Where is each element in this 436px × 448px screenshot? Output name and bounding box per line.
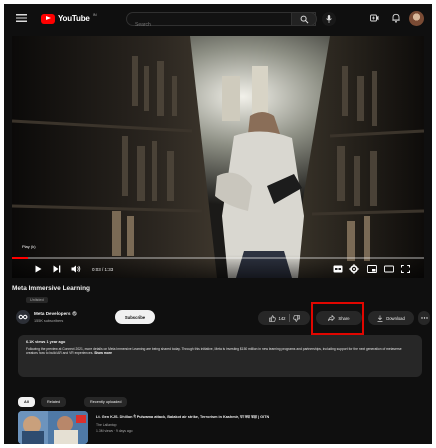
description-text: Following the preview at Connect 2021, m… <box>26 347 402 356</box>
bell-icon[interactable] <box>392 13 400 23</box>
verified-icon <box>72 311 77 316</box>
recommended-video-title[interactable]: Lt. Gen KJS. Dhillon ने Pulwama attack, … <box>96 415 416 420</box>
like-divider <box>288 314 290 322</box>
voice-search-button[interactable] <box>322 12 336 26</box>
meta-logo-icon <box>18 314 28 320</box>
miniplayer-icon[interactable] <box>367 265 377 273</box>
chip-all[interactable]: All <box>18 397 35 407</box>
video-player[interactable] <box>12 36 424 278</box>
play-icon[interactable] <box>35 265 42 273</box>
recommended-video-channel[interactable]: The Lallantop <box>96 423 117 427</box>
unlisted-badge: Unlisted <box>26 297 48 303</box>
masthead: YouTube IN <box>4 4 432 32</box>
video-title: Meta Immersive Learning <box>12 285 91 292</box>
next-icon[interactable] <box>53 265 61 273</box>
play-tooltip: Play (k) <box>22 244 36 249</box>
view-stats: 6.1K views 1 year ago <box>26 340 66 344</box>
show-more-link[interactable]: Show more <box>94 351 112 355</box>
channel-name[interactable]: Meta Developers <box>34 311 77 316</box>
settings-icon[interactable] <box>349 264 359 274</box>
more-icon <box>420 317 428 319</box>
progress-fill <box>12 257 29 259</box>
youtube-logo-icon <box>41 13 55 24</box>
recommended-video-meta: 1.3M views · 9 days ago <box>96 429 133 433</box>
region-code: IN <box>92 12 97 17</box>
menu-icon[interactable] <box>16 14 27 22</box>
search-button[interactable] <box>291 12 317 26</box>
fullscreen-icon[interactable] <box>401 265 410 273</box>
chip-related[interactable]: Related <box>41 397 67 407</box>
youtube-logo[interactable]: YouTube IN <box>41 12 97 24</box>
search-icon <box>300 15 309 24</box>
video-frame <box>12 36 424 278</box>
like-count: 142 <box>278 315 286 321</box>
search-input[interactable] <box>127 19 285 31</box>
volume-icon[interactable] <box>71 265 81 273</box>
account-avatar[interactable] <box>409 11 424 26</box>
like-dislike-group: 142 <box>258 311 310 325</box>
channel-name-text: Meta Developers <box>34 311 71 316</box>
download-icon <box>377 315 383 322</box>
channel-avatar[interactable] <box>16 310 30 324</box>
share-highlight-box <box>311 302 364 335</box>
description-text-block: Following the preview at Connect 2021, m… <box>26 347 410 356</box>
progress-bar[interactable] <box>12 257 424 259</box>
chip-recently-uploaded[interactable]: Recently uploaded <box>84 397 128 407</box>
dislike-icon[interactable] <box>292 314 300 322</box>
brand-name: YouTube <box>58 14 90 23</box>
mic-icon <box>326 15 332 23</box>
theater-icon[interactable] <box>384 265 394 273</box>
more-actions-button[interactable] <box>418 311 430 325</box>
subscriber-count: 155K subscribers <box>34 319 64 323</box>
app-window: YouTube IN Search Play (k) 0:03 / 1:33 M… <box>4 4 432 444</box>
create-icon[interactable] <box>370 14 379 22</box>
time-display: 0:03 / 1:33 <box>92 267 114 272</box>
download-label: Download <box>386 315 405 321</box>
captions-icon[interactable] <box>333 265 343 273</box>
subscribe-button[interactable]: Subscribe <box>115 310 155 324</box>
search-box <box>126 12 316 31</box>
download-button[interactable]: Download <box>368 311 414 325</box>
recommended-video-thumbnail[interactable] <box>18 411 88 444</box>
description-box[interactable]: 6.1K views 1 year ago Following the prev… <box>18 335 422 377</box>
thumbnail-image <box>18 411 88 444</box>
like-icon[interactable] <box>268 314 276 322</box>
